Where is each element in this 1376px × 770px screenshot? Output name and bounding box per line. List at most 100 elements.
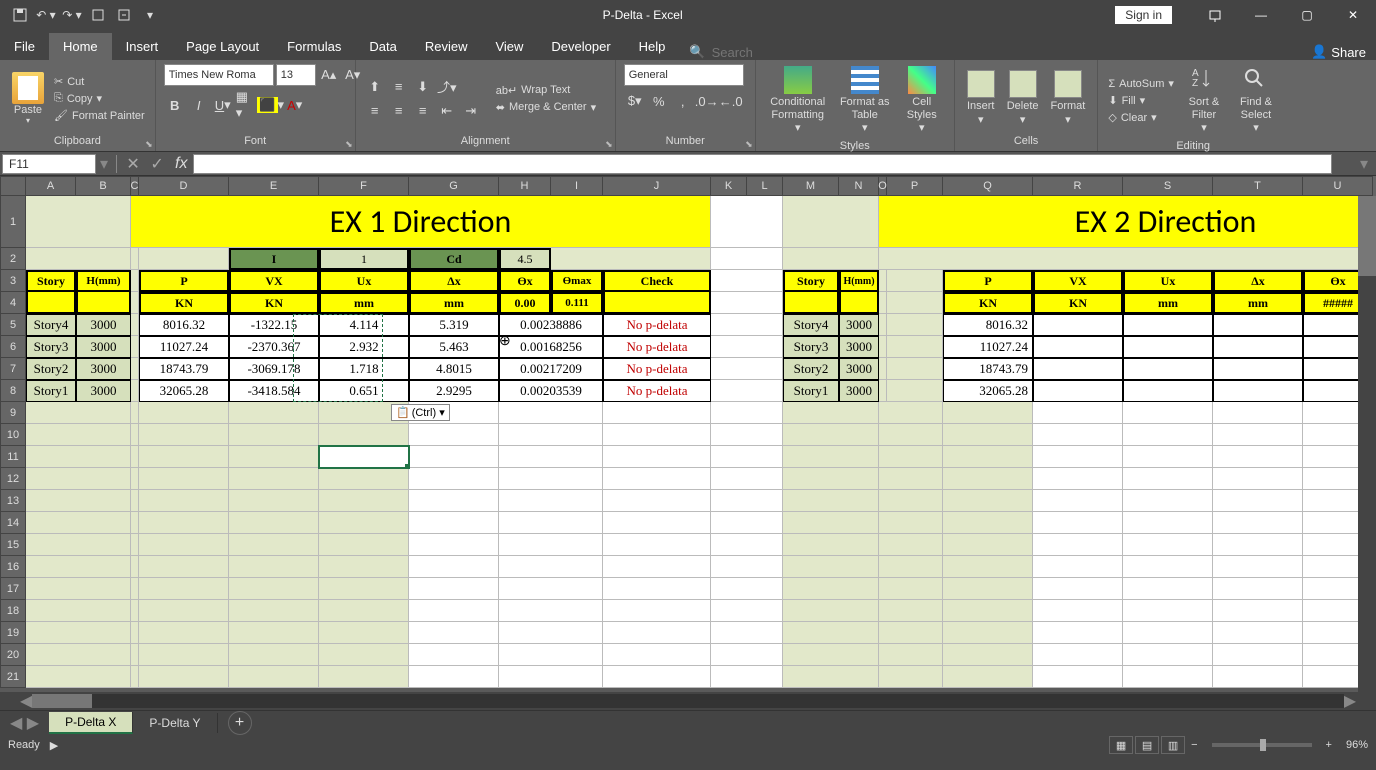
cell[interactable] [887,336,943,358]
cell[interactable]: 11027.24 [139,336,229,358]
cell[interactable]: Ux [1123,270,1213,292]
row-header-17[interactable]: 17 [0,578,26,600]
cell[interactable] [711,314,783,336]
orientation-icon[interactable]: ⤴▾ [436,76,458,98]
cell[interactable] [887,380,943,402]
cell[interactable] [1033,380,1123,402]
cell[interactable]: 2.9295 [409,380,499,402]
cell[interactable] [499,490,603,512]
cell[interactable]: Cd [409,248,499,270]
row-header-18[interactable]: 18 [0,600,26,622]
indent-increase-icon[interactable]: ⇥ [460,100,482,122]
vertical-scrollbar[interactable] [1358,196,1376,692]
merge-center-button[interactable]: ⬌Merge & Center ▾ [494,100,598,115]
fill-color-button[interactable]: ⬛▾ [260,94,282,116]
cell[interactable]: 18743.79 [139,358,229,380]
cell[interactable] [1123,578,1213,600]
col-header-G[interactable]: G [409,176,499,196]
cell[interactable] [139,556,229,578]
cell[interactable] [783,446,879,468]
row-header-12[interactable]: 12 [0,468,26,490]
cell[interactable]: Δx [1213,270,1303,292]
cell[interactable] [499,622,603,644]
cell[interactable] [711,644,783,666]
underline-button[interactable]: U ▾ [212,94,234,116]
cell[interactable] [1213,358,1303,380]
row-header-3[interactable]: 3 [0,270,26,292]
cell[interactable] [1213,380,1303,402]
cell[interactable] [319,600,409,622]
cell[interactable] [499,446,603,468]
col-header-S[interactable]: S [1123,176,1213,196]
cells-grid[interactable]: EX 1 DirectionEX 2 DirectionI1Cd4.5Story… [26,196,1376,688]
col-header-C[interactable]: C [131,176,139,196]
cell[interactable] [879,336,887,358]
cell[interactable] [499,556,603,578]
qat-btn-2[interactable] [112,3,136,27]
cell[interactable] [1033,314,1123,336]
cell[interactable] [319,424,409,446]
cell[interactable] [131,622,139,644]
cell[interactable]: 4.114 [319,314,409,336]
cell[interactable] [1123,424,1213,446]
cell[interactable] [229,556,319,578]
tab-help[interactable]: Help [625,33,680,60]
currency-icon[interactable]: $▾ [624,90,646,112]
cell[interactable] [603,666,711,688]
cell[interactable] [711,402,783,424]
cell[interactable] [879,622,943,644]
percent-icon[interactable]: % [648,90,670,112]
cell[interactable] [26,402,131,424]
cell[interactable] [943,622,1033,644]
cell[interactable] [319,556,409,578]
cell[interactable] [409,424,499,446]
cell[interactable] [1213,622,1303,644]
cell[interactable] [409,490,499,512]
zoom-level[interactable]: 96% [1346,739,1368,751]
cell[interactable] [879,666,943,688]
close-icon[interactable]: ✕ [1330,0,1376,30]
cell[interactable]: 8016.32 [943,314,1033,336]
cell[interactable] [711,622,783,644]
undo-icon[interactable]: ↶ ▾ [34,3,58,27]
cell[interactable] [76,292,131,314]
tab-review[interactable]: Review [411,33,482,60]
cell[interactable] [1033,512,1123,534]
tab-home[interactable]: Home [49,33,112,60]
decrease-decimal-icon[interactable]: ←.0 [720,90,742,112]
signin-button[interactable]: Sign in [1115,6,1172,24]
ex1-title[interactable]: EX 1 Direction [131,196,711,248]
italic-button[interactable]: I [188,94,210,116]
number-format-select[interactable] [624,64,744,86]
cell[interactable] [943,578,1033,600]
cell[interactable] [879,468,943,490]
cell[interactable] [879,600,943,622]
row-header-5[interactable]: 5 [0,314,26,336]
cell[interactable]: No p-delata [603,336,711,358]
cell[interactable] [879,402,943,424]
cell[interactable]: 5.319 [409,314,499,336]
cell[interactable] [139,248,229,270]
font-color-button[interactable]: A▾ [284,94,306,116]
cell[interactable]: I [229,248,319,270]
cell[interactable] [1033,446,1123,468]
cell[interactable] [1213,600,1303,622]
cell[interactable] [131,314,139,336]
cell[interactable] [229,490,319,512]
cell[interactable]: 3000 [839,336,879,358]
cell[interactable] [131,402,139,424]
cell[interactable] [26,512,131,534]
tab-formulas[interactable]: Formulas [273,33,355,60]
row-header-20[interactable]: 20 [0,644,26,666]
col-header-H[interactable]: H [499,176,551,196]
cancel-formula-icon[interactable]: ✕ [121,154,145,174]
row-header-15[interactable]: 15 [0,534,26,556]
cell[interactable] [1213,578,1303,600]
col-header-B[interactable]: B [76,176,131,196]
cell[interactable] [1213,534,1303,556]
paste-button[interactable]: Paste ▾ [8,70,48,127]
cell[interactable] [229,402,319,424]
cell[interactable]: P [943,270,1033,292]
cell[interactable] [499,644,603,666]
cell[interactable] [1213,556,1303,578]
